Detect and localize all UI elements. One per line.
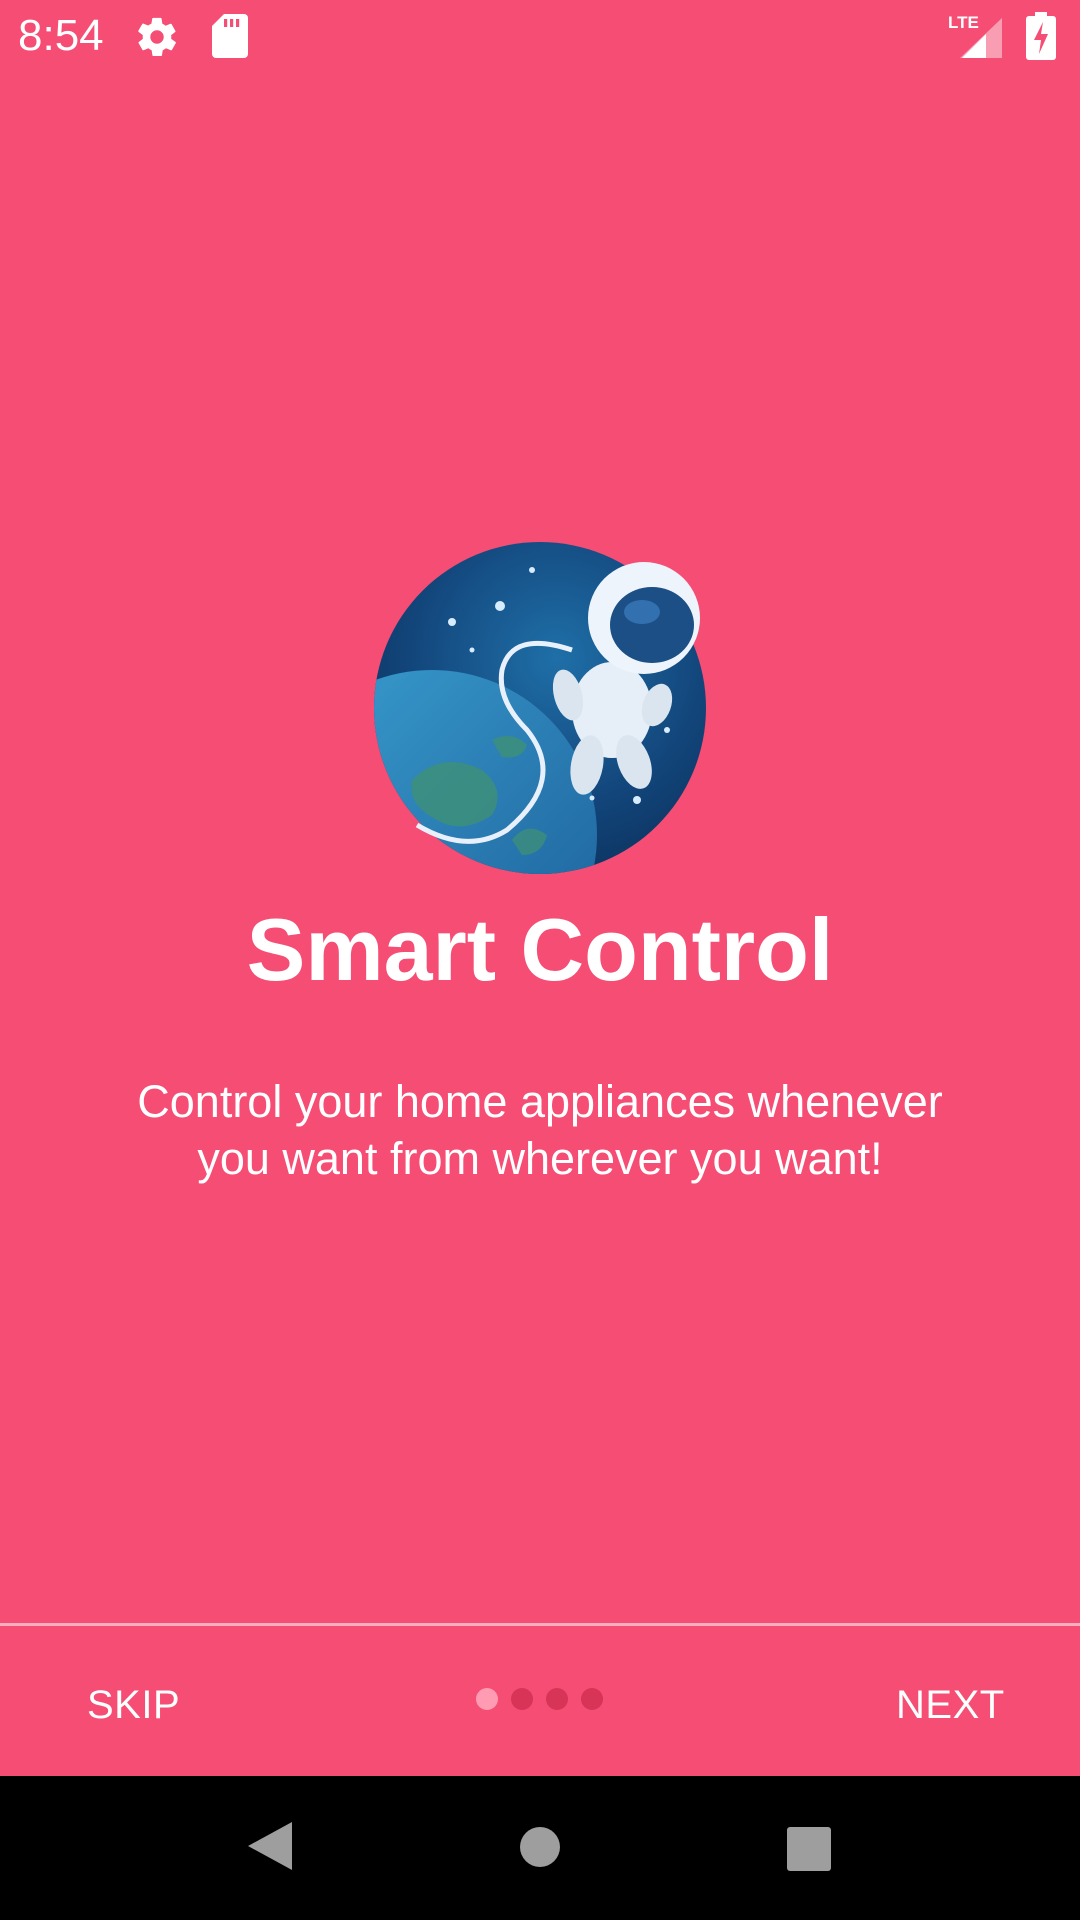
home-icon[interactable] bbox=[519, 1826, 561, 1868]
page-dot-4[interactable] bbox=[581, 1688, 603, 1710]
system-navigation-bar bbox=[0, 1776, 1080, 1920]
sd-card-icon bbox=[212, 14, 248, 58]
skip-button[interactable]: SKIP bbox=[87, 1680, 180, 1730]
svg-text:LTE: LTE bbox=[948, 13, 979, 32]
astronaut-earth-illustration bbox=[374, 542, 706, 874]
status-bar: 8:54 LTE bbox=[0, 0, 1080, 72]
onboarding-bottom-bar: SKIP NEXT bbox=[0, 1626, 1080, 1776]
page-title: Smart Control bbox=[246, 900, 834, 999]
battery-charging-icon bbox=[1026, 12, 1056, 60]
status-time: 8:54 bbox=[18, 11, 104, 60]
page-indicator bbox=[476, 1688, 603, 1710]
recents-icon[interactable] bbox=[786, 1826, 832, 1872]
page-dot-3[interactable] bbox=[546, 1688, 568, 1710]
back-icon[interactable] bbox=[246, 1820, 294, 1872]
lte-signal-icon: LTE bbox=[948, 13, 1002, 58]
gear-icon bbox=[138, 17, 176, 56]
page-dot-2[interactable] bbox=[511, 1688, 533, 1710]
page-description: Control your home appliances whenever yo… bbox=[137, 1076, 943, 1184]
page-dot-1[interactable] bbox=[476, 1688, 498, 1710]
next-button[interactable]: NEXT bbox=[896, 1680, 1005, 1730]
